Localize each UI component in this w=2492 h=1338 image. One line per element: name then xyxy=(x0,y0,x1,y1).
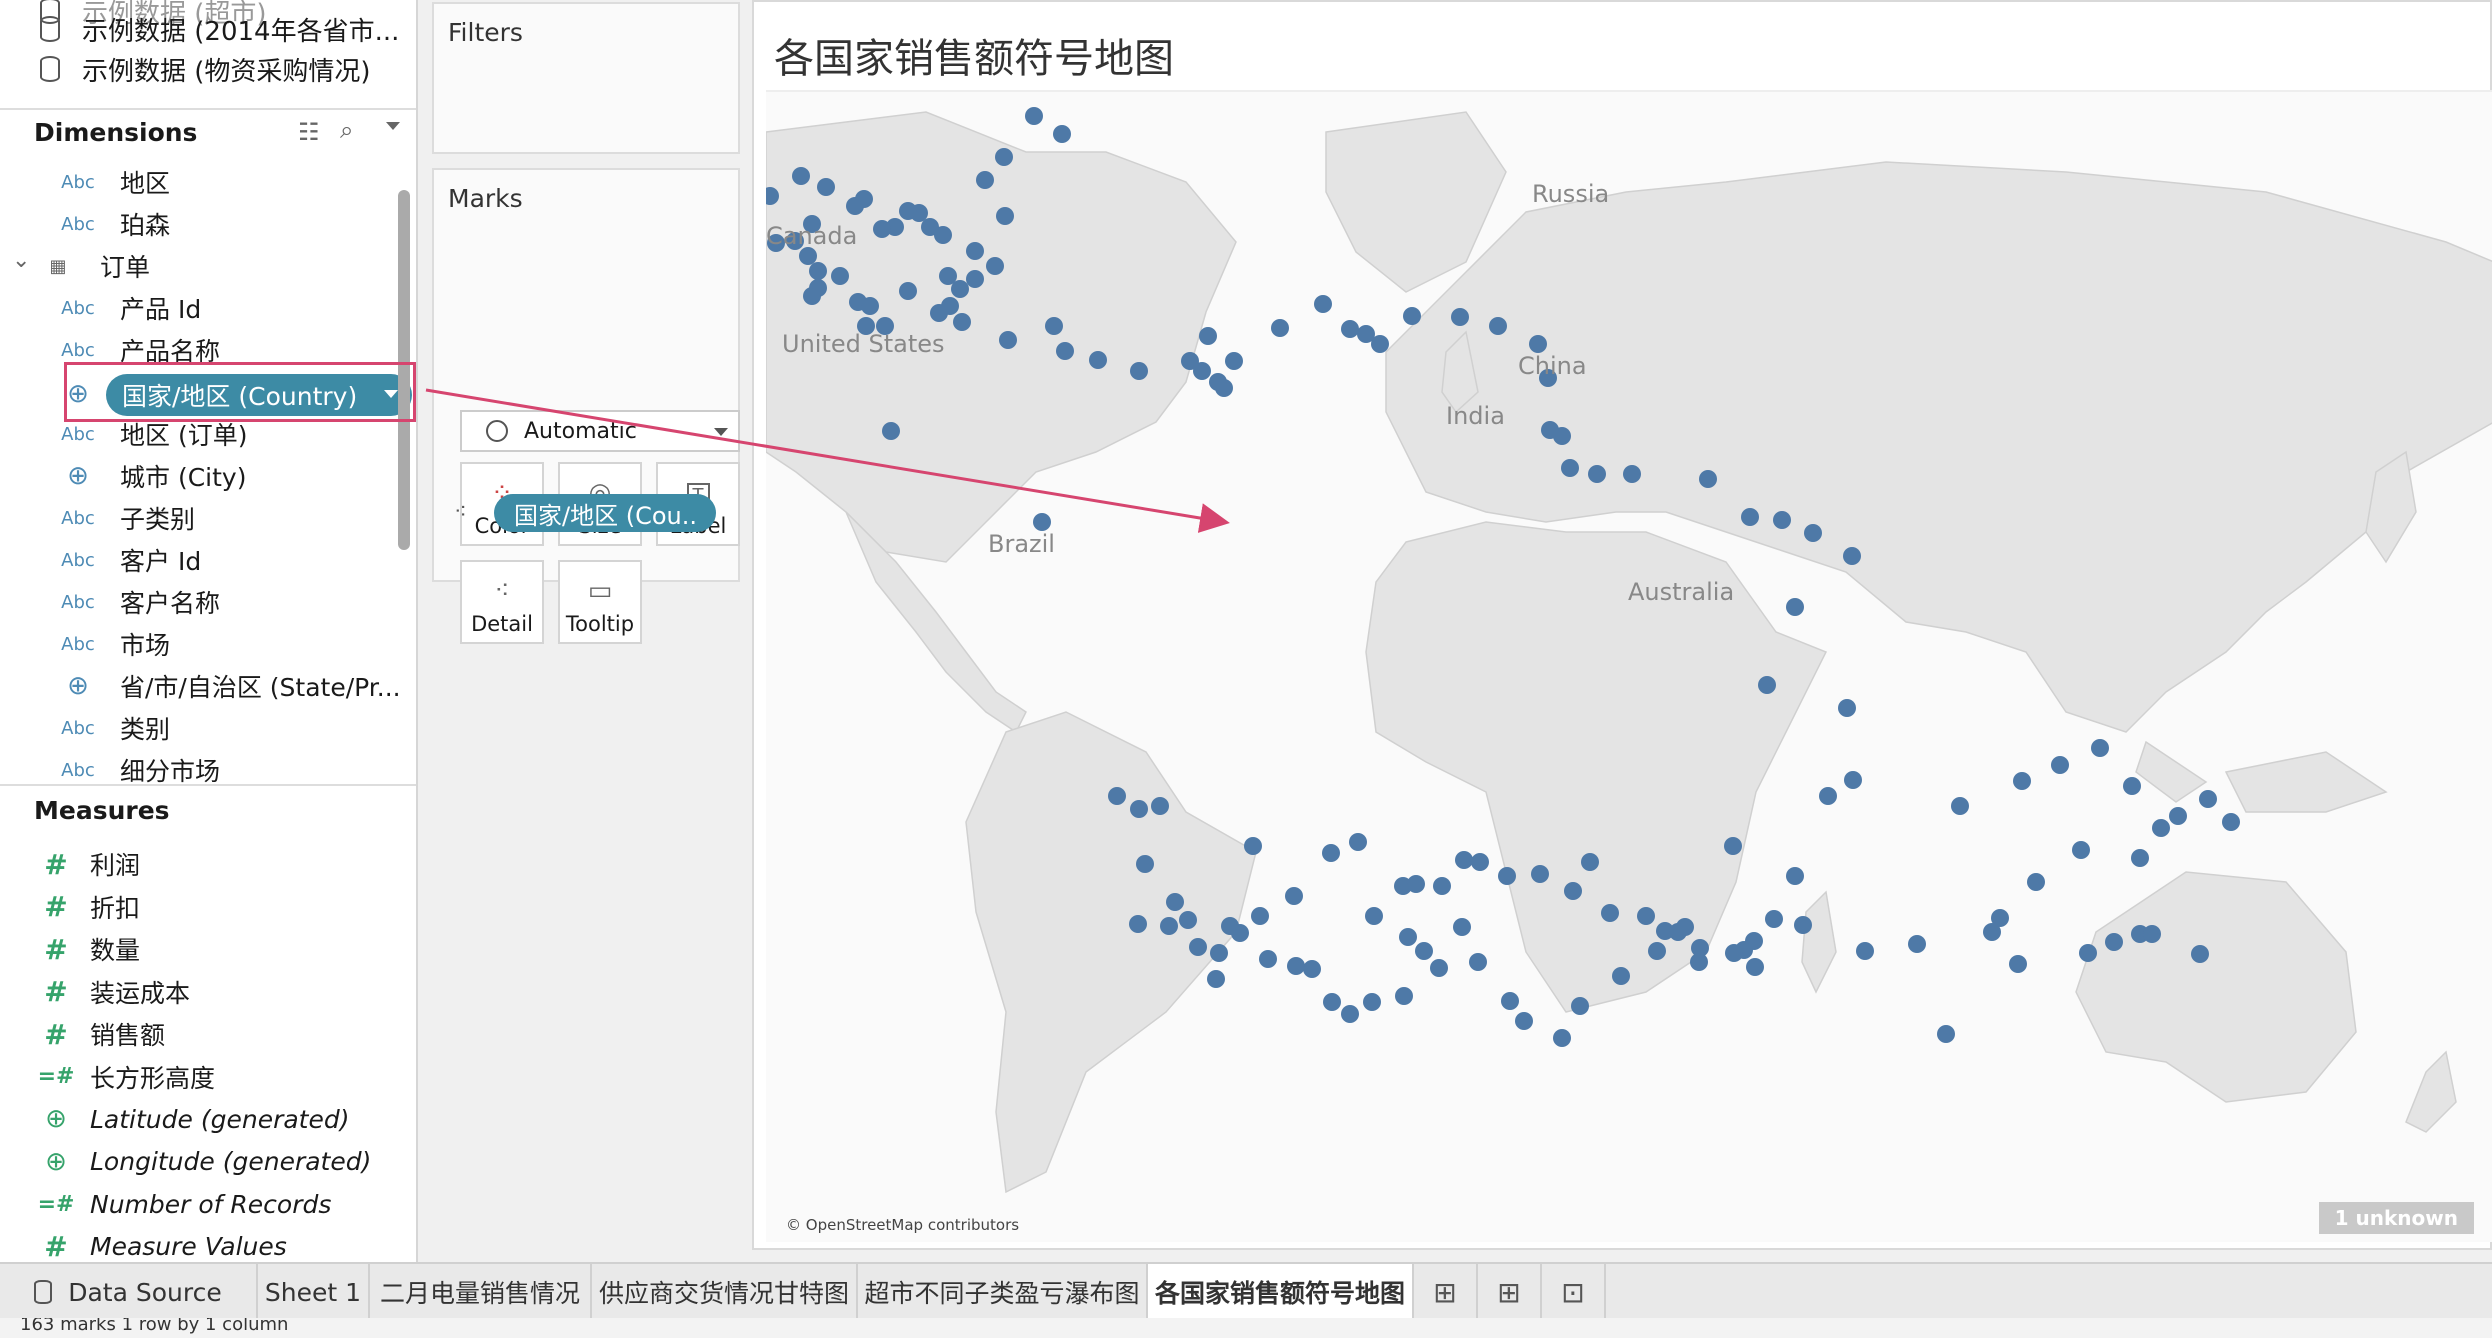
tab-feb-power-sales[interactable]: 二月电量销售情况 xyxy=(370,1264,592,1320)
tab-waterfall[interactable]: 超市不同子类盈亏瀑布图 xyxy=(858,1264,1148,1320)
status-text: 163 marks 1 row by 1 column xyxy=(20,1318,289,1335)
new-dashboard-icon[interactable]: ⊞ xyxy=(1478,1264,1542,1320)
sheet-tabbar: Data Source Sheet 1 二月电量销售情况 供应商交货情况甘特图 … xyxy=(0,1262,2492,1320)
status-bar: 163 marks 1 row by 1 column xyxy=(0,1318,2492,1338)
tab-sheet-1[interactable]: Sheet 1 xyxy=(258,1264,370,1320)
new-worksheet-icon[interactable]: ⊞ xyxy=(1414,1264,1478,1320)
annotation-arrow xyxy=(425,388,1230,533)
tab-data-source[interactable]: Data Source xyxy=(0,1264,258,1320)
tab-country-sales-map[interactable]: 各国家销售额符号地图 xyxy=(1148,1264,1414,1320)
tab-supplier-gantt[interactable]: 供应商交货情况甘特图 xyxy=(592,1264,858,1320)
new-story-icon[interactable]: ⊡ xyxy=(1542,1264,1606,1320)
database-icon xyxy=(34,1280,53,1304)
